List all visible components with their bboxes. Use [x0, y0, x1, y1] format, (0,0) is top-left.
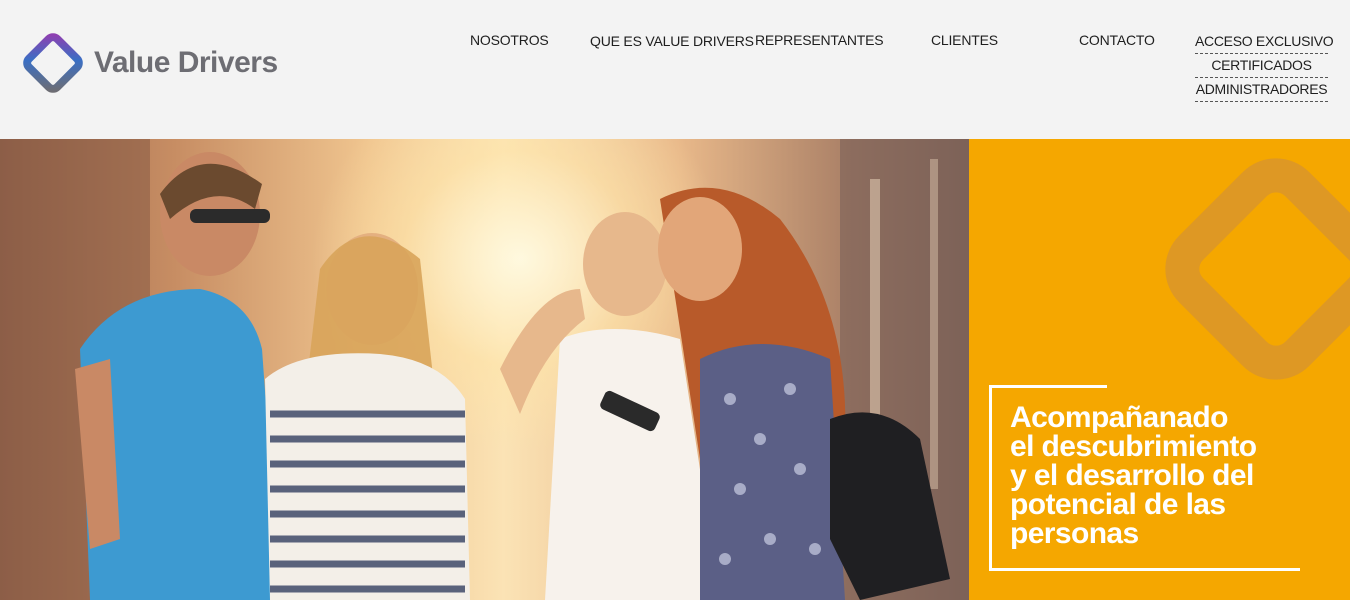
hero-tagline: Acompañanado el descubrimiento y el desa… — [1010, 401, 1310, 550]
nav-clientes[interactable]: CLIENTES — [931, 32, 998, 48]
tagline-line: potencial de las — [1010, 488, 1226, 521]
tagline-line: Acompañanado — [1010, 401, 1228, 434]
hero-tagline-panel: Acompañanado el descubrimiento y el desa… — [969, 139, 1350, 600]
logo-diamond-icon — [23, 33, 83, 93]
hero-photo — [0, 139, 969, 600]
acceso-exclusivo-link[interactable]: ACCESO EXCLUSIVO — [1195, 30, 1334, 54]
logo[interactable]: Value Drivers — [20, 30, 290, 96]
tagline-line: personas — [1010, 517, 1139, 550]
certificados-link[interactable]: CERTIFICADOS — [1195, 54, 1328, 78]
administradores-link[interactable]: ADMINISTRADORES — [1195, 78, 1328, 102]
exclusive-access-menu: ACCESO EXCLUSIVO CERTIFICADOS ADMINISTRA… — [1195, 30, 1334, 102]
hero-photo-illustration — [0, 139, 969, 600]
tagline-line: y el desarrollo del — [1010, 459, 1254, 492]
nav-que-es-value-drivers[interactable]: QUE ES VALUE DRIVERS — [590, 33, 754, 49]
site-header: Value Drivers NOSOTROS QUE ES VALUE DRIV… — [0, 0, 1350, 139]
nav-contacto[interactable]: CONTACTO — [1079, 32, 1155, 48]
nav-nosotros[interactable]: NOSOTROS — [470, 32, 549, 48]
tagline-line: el descubrimiento — [1010, 430, 1257, 463]
nav-representantes[interactable]: REPRESENTANTES — [755, 32, 884, 48]
logo-text: Value Drivers — [94, 46, 278, 79]
